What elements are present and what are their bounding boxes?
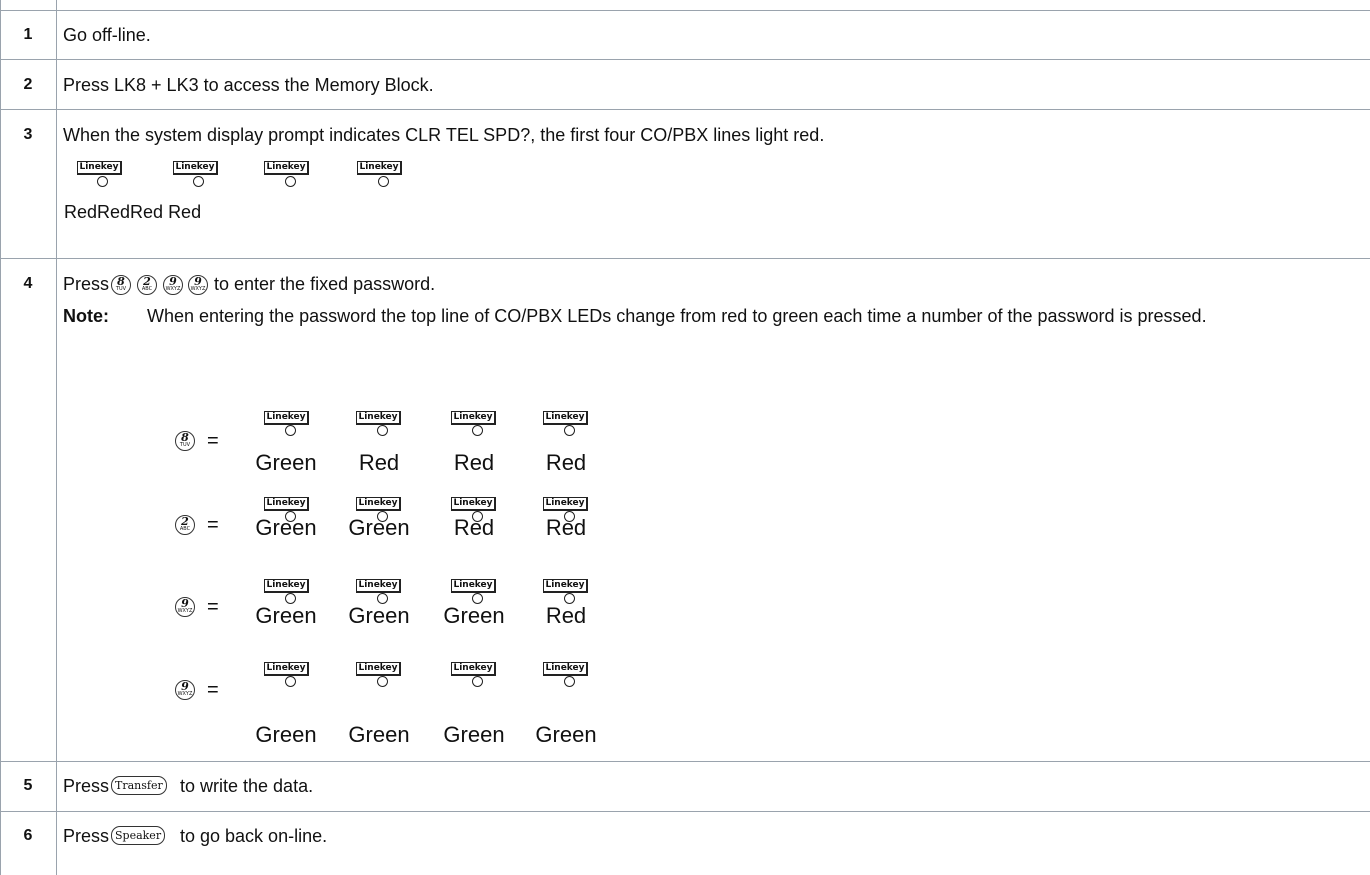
- led-indicator: [378, 176, 389, 187]
- led-indicator: [564, 676, 575, 687]
- led-indicator: [285, 676, 296, 687]
- led-state-label: Red: [545, 450, 587, 475]
- led-state-label: Green: [443, 603, 505, 628]
- linekey-button: Linekey: [264, 579, 309, 593]
- row-divider: [0, 761, 1370, 762]
- dial-key-9: 9 WXYZ: [163, 275, 183, 295]
- linekey-button: Linekey: [543, 662, 588, 676]
- step-text: When the system display prompt indicates…: [63, 125, 825, 145]
- led-state-label: Green: [535, 722, 597, 747]
- equals-sign: =: [207, 430, 219, 452]
- led-state-label: Green: [348, 722, 410, 747]
- led-state-label: Red: [453, 450, 495, 475]
- dial-key-9: 9 WXYZ: [175, 597, 195, 617]
- linekey-button: Linekey: [356, 579, 401, 593]
- row-divider: [0, 10, 1370, 11]
- speaker-key: Speaker: [111, 826, 166, 845]
- step-text: to go back on-line.: [180, 826, 328, 846]
- row-divider: [0, 109, 1370, 110]
- row-divider: [0, 59, 1370, 60]
- led-state-label: Red: [545, 515, 587, 540]
- linekey-button: Linekey: [543, 579, 588, 593]
- equals-sign: =: [207, 679, 219, 701]
- led-indicator: [377, 425, 388, 436]
- led-state-label: Green: [255, 722, 317, 747]
- note-label: Note:: [63, 306, 109, 326]
- dial-key-8: 8 TUV: [111, 275, 131, 295]
- linekey-button: Linekey: [356, 411, 401, 425]
- linekey-button: Linekey: [451, 662, 496, 676]
- led-state-label: Green: [348, 603, 410, 628]
- dial-key-9: 9 WXYZ: [175, 680, 195, 700]
- step-text: to enter the fixed password.: [214, 274, 436, 294]
- led-state-label: Green: [255, 450, 317, 475]
- led-indicator: [285, 425, 296, 436]
- dial-key-8: 8 TUV: [175, 431, 195, 451]
- step-text: to write the data.: [180, 776, 314, 796]
- equals-sign: =: [207, 596, 219, 618]
- led-state-label: Green: [255, 515, 317, 540]
- step-text: Go off-line.: [63, 25, 151, 45]
- linekey-button: Linekey: [173, 161, 218, 175]
- step-number: 4: [23, 275, 33, 292]
- led-indicator: [285, 176, 296, 187]
- linekey-button: Linekey: [451, 497, 496, 511]
- dial-key-2: 2 ABC: [137, 275, 157, 295]
- linekey-button: Linekey: [543, 497, 588, 511]
- step-text: Press: [63, 826, 110, 846]
- led-indicator: [472, 425, 483, 436]
- linekey-button: Linekey: [264, 411, 309, 425]
- step-text: Press LK8 + LK3 to access the Memory Blo…: [63, 75, 434, 95]
- dial-key-2: 2 ABC: [175, 515, 195, 535]
- led-indicator: [472, 676, 483, 687]
- led-indicator: [193, 176, 204, 187]
- equals-sign: =: [207, 514, 219, 536]
- note-text: When entering the password the top line …: [147, 306, 1207, 326]
- led-state-label: Green: [443, 722, 505, 747]
- led-state-label: Green: [255, 603, 317, 628]
- linekey-button: Linekey: [264, 497, 309, 511]
- step-number: 3: [23, 126, 33, 143]
- linekey-button: Linekey: [543, 411, 588, 425]
- led-indicator: [564, 425, 575, 436]
- step-number: 1: [23, 26, 33, 43]
- led-state-label: Red: [358, 450, 400, 475]
- step-number: 6: [23, 827, 33, 844]
- linekey-button: Linekey: [264, 161, 309, 175]
- led-state-label: Red: [545, 603, 587, 628]
- linekey-button: Linekey: [264, 662, 309, 676]
- linekey-button: Linekey: [451, 579, 496, 593]
- step-text: Press: [63, 274, 110, 294]
- dial-key-9: 9 WXYZ: [188, 275, 208, 295]
- transfer-key: Transfer: [111, 776, 167, 795]
- step-number: 5: [23, 777, 33, 794]
- led-state-caption: RedRedRed Red: [64, 202, 202, 222]
- led-indicator: [377, 676, 388, 687]
- led-state-label: Green: [348, 515, 410, 540]
- row-divider: [0, 811, 1370, 812]
- linekey-button: Linekey: [357, 161, 402, 175]
- linekey-button: Linekey: [77, 161, 122, 175]
- linekey-button: Linekey: [356, 497, 401, 511]
- linekey-button: Linekey: [356, 662, 401, 676]
- step-number: 2: [23, 76, 33, 93]
- row-divider: [0, 258, 1370, 259]
- led-state-label: Red: [453, 515, 495, 540]
- led-indicator: [97, 176, 108, 187]
- column-divider: [56, 0, 57, 875]
- linekey-button: Linekey: [451, 411, 496, 425]
- step-text: Press: [63, 776, 110, 796]
